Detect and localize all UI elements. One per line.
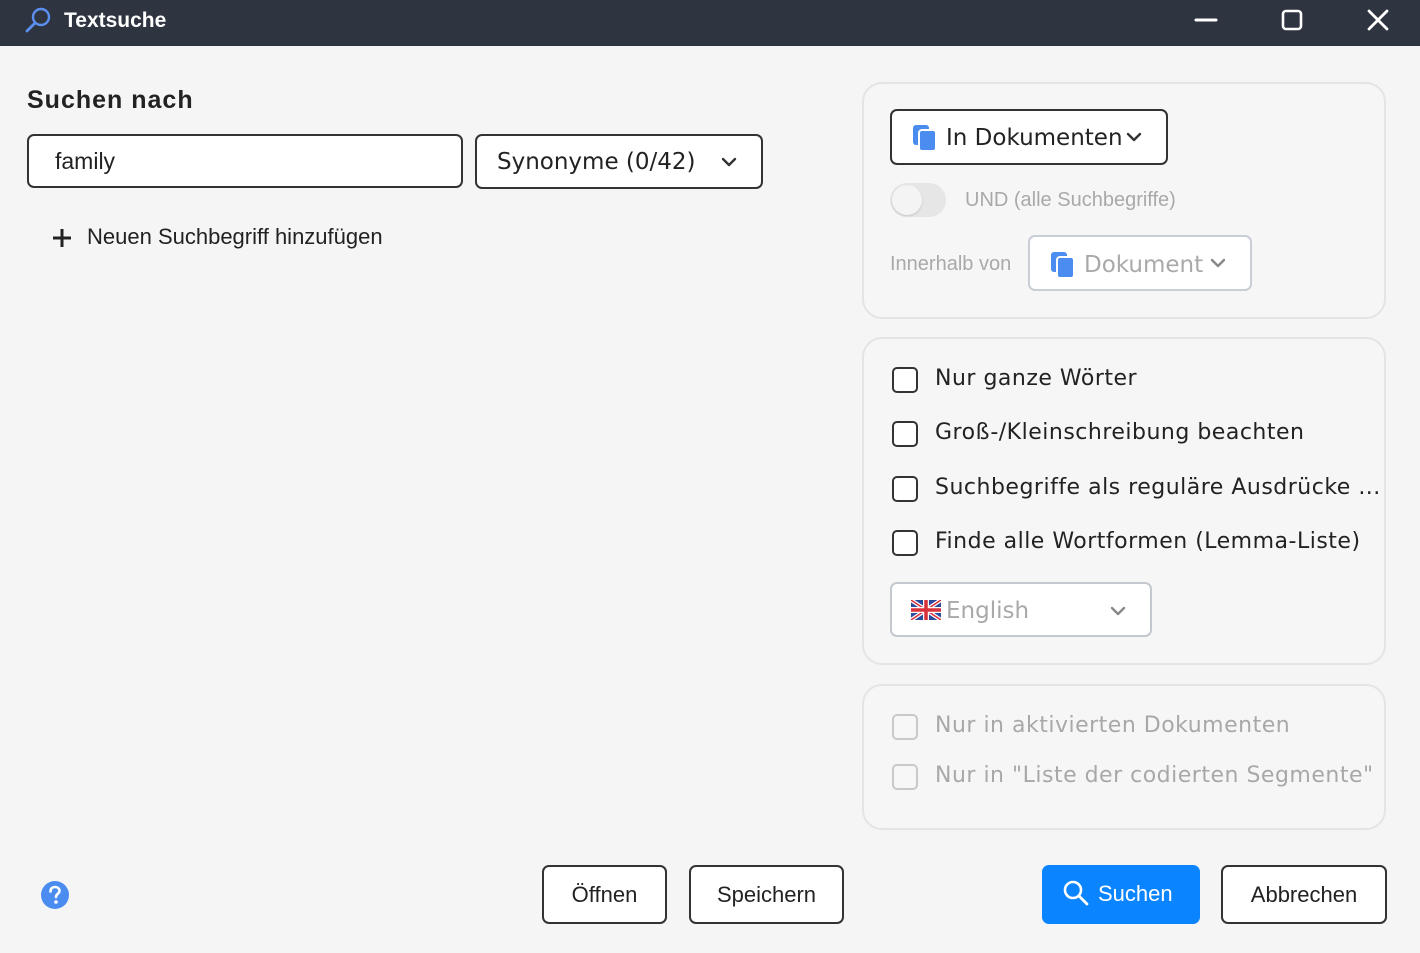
and-toggle[interactable]	[890, 183, 946, 217]
chevron-down-icon	[1110, 606, 1126, 616]
checkbox-box	[892, 530, 918, 556]
checkbox-box	[892, 476, 918, 502]
within-label: Innerhalb von	[890, 253, 1012, 275]
open-button[interactable]: Öffnen	[542, 865, 667, 924]
uk-flag-icon	[911, 600, 941, 620]
synonyms-label: Synonyme (0/42)	[497, 149, 696, 175]
add-search-term-label: Neuen Suchbegriff hinzufügen	[87, 224, 383, 249]
minimize-button[interactable]	[1188, 5, 1224, 35]
search-heading: Suchen nach	[27, 86, 194, 114]
toggle-knob	[892, 185, 922, 215]
and-toggle-label: UND (alle Suchbegriffe)	[965, 189, 1176, 211]
minimize-icon	[1194, 18, 1218, 22]
checkbox-box	[892, 714, 918, 740]
search-button[interactable]: Suchen	[1042, 865, 1200, 924]
within-value: Dokument	[1084, 252, 1204, 278]
search-term-input[interactable]	[27, 134, 463, 188]
checkbox-box	[892, 764, 918, 790]
documents-icon	[913, 125, 937, 152]
maximize-button[interactable]	[1274, 5, 1310, 35]
case-sensitive-label: Groß-/Kleinschreibung beachten	[935, 420, 1305, 445]
close-icon	[1367, 9, 1389, 31]
title-bar: Textsuche	[0, 0, 1420, 46]
language-dropdown[interactable]: English	[890, 582, 1152, 637]
search-button-label: Suchen	[1098, 881, 1173, 906]
coded-segments-label: Nur in "Liste der codierten Segmente"	[935, 763, 1374, 788]
cancel-button[interactable]: Abbrechen	[1221, 865, 1387, 924]
restrictions-panel	[862, 684, 1386, 830]
regex-label: Suchbegriffe als reguläre Ausdrücke ...	[935, 475, 1381, 500]
checkbox-box	[892, 421, 918, 447]
activated-docs-label: Nur in aktivierten Dokumenten	[935, 713, 1291, 738]
chevron-down-icon	[721, 157, 737, 167]
synonyms-dropdown[interactable]: Synonyme (0/42)	[475, 134, 763, 189]
scope-dropdown[interactable]: In Dokumenten	[890, 109, 1168, 165]
within-dropdown[interactable]: Dokument	[1028, 235, 1252, 291]
checkbox-box	[892, 367, 918, 393]
save-button[interactable]: Speichern	[689, 865, 844, 924]
search-icon	[25, 7, 51, 33]
document-icon	[1051, 252, 1075, 279]
search-icon	[1063, 880, 1089, 906]
chevron-down-icon	[1126, 132, 1142, 142]
scope-label: In Dokumenten	[946, 125, 1123, 151]
help-icon[interactable]	[40, 880, 70, 910]
lemma-label: Finde alle Wortformen (Lemma-Liste)	[935, 529, 1361, 554]
language-value: English	[946, 598, 1030, 624]
whole-words-label: Nur ganze Wörter	[935, 366, 1138, 391]
window-title: Textsuche	[64, 9, 167, 32]
chevron-down-icon	[1210, 258, 1226, 268]
plus-icon	[53, 229, 71, 247]
maximize-icon	[1281, 9, 1303, 31]
close-button[interactable]	[1360, 5, 1396, 35]
